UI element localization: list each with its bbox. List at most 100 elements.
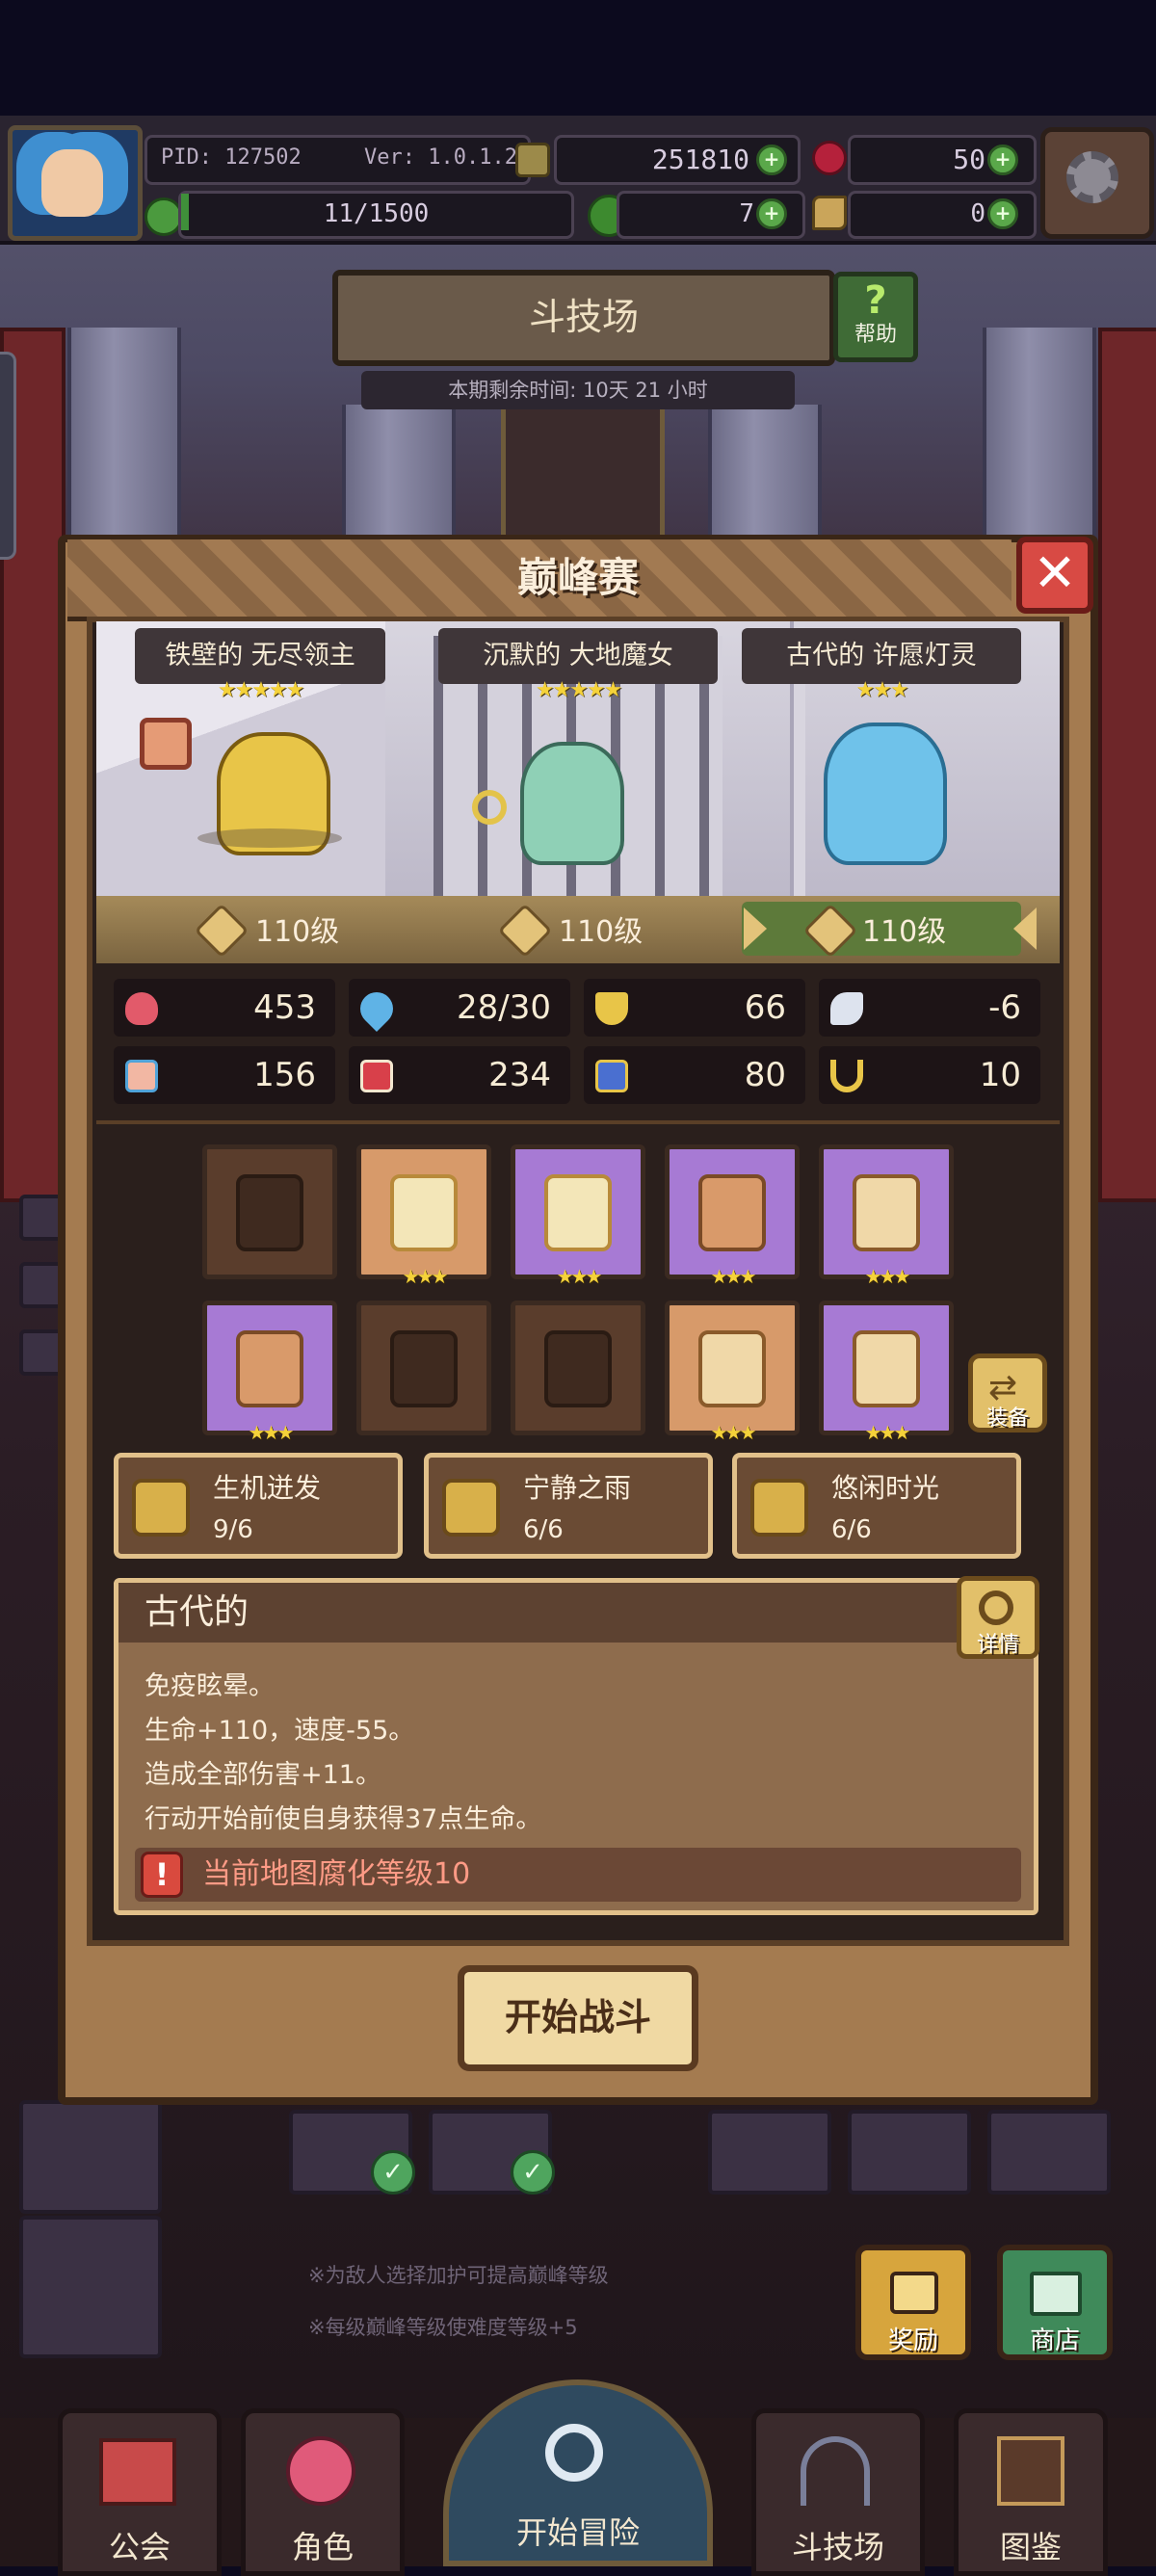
gear-slot-6[interactable]: ★★★ <box>665 1301 800 1444</box>
help-label: 帮助 <box>854 323 897 347</box>
skill-tile <box>708 2110 831 2195</box>
shield-icon <box>595 992 628 1025</box>
set-emblem-icon <box>750 1479 808 1537</box>
gear-slot-empty[interactable] <box>511 1301 645 1435</box>
skill-tile <box>987 2110 1111 2195</box>
stat-defense: 66 <box>584 979 805 1037</box>
start-battle-button[interactable]: 开始战斗 <box>458 1965 698 2071</box>
fist-icon <box>125 1060 158 1092</box>
affix-line-1: 免疫眩晕。 <box>144 1671 275 1701</box>
check-icon: ✓ <box>371 2150 415 2195</box>
gear-slot-4[interactable]: ★★★ <box>819 1144 954 1288</box>
nav-arena[interactable]: 斗技场 <box>751 2408 925 2576</box>
hero-level-2: 110级 <box>559 915 644 949</box>
set-bonus-2[interactable]: 宁静之雨 6/6 <box>424 1453 713 1559</box>
water-drop-icon <box>353 985 401 1033</box>
add-gem-button[interactable]: + <box>987 145 1018 175</box>
shop-button[interactable]: 商店 <box>997 2245 1113 2360</box>
set-emblem-icon <box>132 1479 190 1537</box>
chest-icon <box>890 2272 938 2314</box>
stat-hp: 453 <box>114 979 335 1037</box>
gear-slot-3[interactable]: ★★★ <box>665 1144 800 1288</box>
gold-value: 251810 <box>651 144 749 175</box>
add-gold-button[interactable]: + <box>756 145 787 175</box>
stat-speed: 80 <box>584 1046 805 1104</box>
corruption-warning: ! 当前地图腐化等级10 <box>135 1848 1021 1902</box>
stat-magic: 234 <box>349 1046 570 1104</box>
set-bonus-3[interactable]: 悠闲时光 6/6 <box>732 1453 1021 1559</box>
gem-value: 50 <box>953 144 985 175</box>
hero-stars-3: ★★★ <box>855 678 908 702</box>
slot-tile <box>19 2100 162 2214</box>
stat-attack: 156 <box>114 1046 335 1104</box>
shadow <box>197 828 342 848</box>
hint-line-2: ※每级巅峰等级使难度等级+5 <box>308 2316 578 2339</box>
affix-title: 古代的 <box>144 1592 250 1632</box>
warning-text: 当前地图腐化等级10 <box>202 1857 471 1891</box>
hero-name-3: 古代的 许愿灯灵 <box>742 628 1021 684</box>
character-portrait-icon <box>286 2436 355 2506</box>
hero-level-1: 110级 <box>255 915 340 949</box>
boot-icon <box>595 1060 628 1092</box>
crossed-swords-icon <box>801 2436 870 2506</box>
details-label: 详情 <box>976 1633 1019 1657</box>
equip-button[interactable]: ⇄ 装备 <box>968 1354 1047 1433</box>
player-avatar[interactable] <box>8 125 143 241</box>
hero-badge-icon[interactable] <box>140 718 192 770</box>
magnifier-icon <box>545 2424 603 2482</box>
close-icon: ✕ <box>1033 542 1077 603</box>
storefront-icon <box>1030 2272 1082 2316</box>
gear-icon <box>1066 151 1118 203</box>
affix-line-3: 造成全部伤害+11。 <box>144 1760 381 1790</box>
affix-line-4: 行动开始前使自身获得37点生命。 <box>144 1804 542 1834</box>
hero-name-2: 沉默的 大地魔女 <box>438 628 718 684</box>
player-info-bar: PID: 127502 Ver: 1.0.1.2 <box>144 135 531 185</box>
book-icon <box>997 2436 1064 2506</box>
nav-guild[interactable]: 公会 <box>58 2408 222 2576</box>
arrow-left-icon[interactable] <box>1013 907 1037 950</box>
arena-gate-emblem <box>501 405 665 539</box>
stat-mana: 28/30 <box>349 979 570 1037</box>
hero-sprite-lamp-spirit[interactable] <box>824 723 947 865</box>
spellbook-icon <box>360 1060 393 1092</box>
gear-slot-empty[interactable] <box>356 1301 491 1435</box>
details-button[interactable]: 详情 <box>957 1576 1039 1659</box>
magnifier-icon <box>979 1590 1013 1625</box>
hero-sprite-earth-witch[interactable] <box>520 742 624 865</box>
hero-name-1: 铁壁的 无尽领主 <box>135 628 385 684</box>
red-drape-right <box>1098 328 1156 1202</box>
nav-character[interactable]: 角色 <box>241 2408 405 2576</box>
gold-bag-icon <box>515 143 550 177</box>
divider <box>96 1120 1060 1124</box>
set-bonus-1[interactable]: 生机迸发 9/6 <box>114 1453 403 1559</box>
pid-label: PID: 127502 <box>161 145 302 170</box>
side-drawer-handle[interactable] <box>0 352 16 560</box>
dialog-title: 巅峰赛 <box>516 554 639 601</box>
staff-orb-icon <box>472 790 507 825</box>
gear-slot-5[interactable]: ★★★ <box>202 1301 337 1444</box>
gear-slot-empty[interactable] <box>202 1144 337 1279</box>
heart-icon <box>125 992 158 1025</box>
gear-slot-7[interactable]: ★★★ <box>819 1301 954 1444</box>
affix-line-2: 生命+110，速度-55。 <box>144 1716 415 1746</box>
version-label: Ver: 1.0.1.2 <box>364 145 517 170</box>
add-clover-button[interactable]: + <box>756 198 787 229</box>
warning-icon: ! <box>141 1852 183 1898</box>
gear-slot-1[interactable]: ★★★ <box>356 1144 491 1288</box>
help-button[interactable]: ? 帮助 <box>833 272 918 362</box>
gear-slot-2[interactable]: ★★★ <box>511 1144 645 1288</box>
add-ticket-button[interactable]: + <box>987 198 1018 229</box>
hint-line-1: ※为敌人选择加护可提高巅峰等级 <box>308 2264 609 2287</box>
season-remaining-time: 本期剩余时间: 10天 21 小时 <box>361 371 795 409</box>
ticket-icon <box>812 196 847 230</box>
ticket-value: 0 <box>970 199 985 228</box>
equip-label: 装备 <box>985 1406 1029 1431</box>
nav-codex[interactable]: 图鉴 <box>954 2408 1108 2576</box>
reward-button[interactable]: 奖励 <box>855 2245 971 2360</box>
gem-icon <box>812 141 847 175</box>
wing-icon <box>830 992 863 1025</box>
close-button[interactable]: ✕ <box>1016 537 1093 614</box>
settings-gear-button[interactable] <box>1040 127 1154 239</box>
horseshoe-icon <box>830 1060 863 1092</box>
arrow-right-icon[interactable] <box>744 907 767 950</box>
